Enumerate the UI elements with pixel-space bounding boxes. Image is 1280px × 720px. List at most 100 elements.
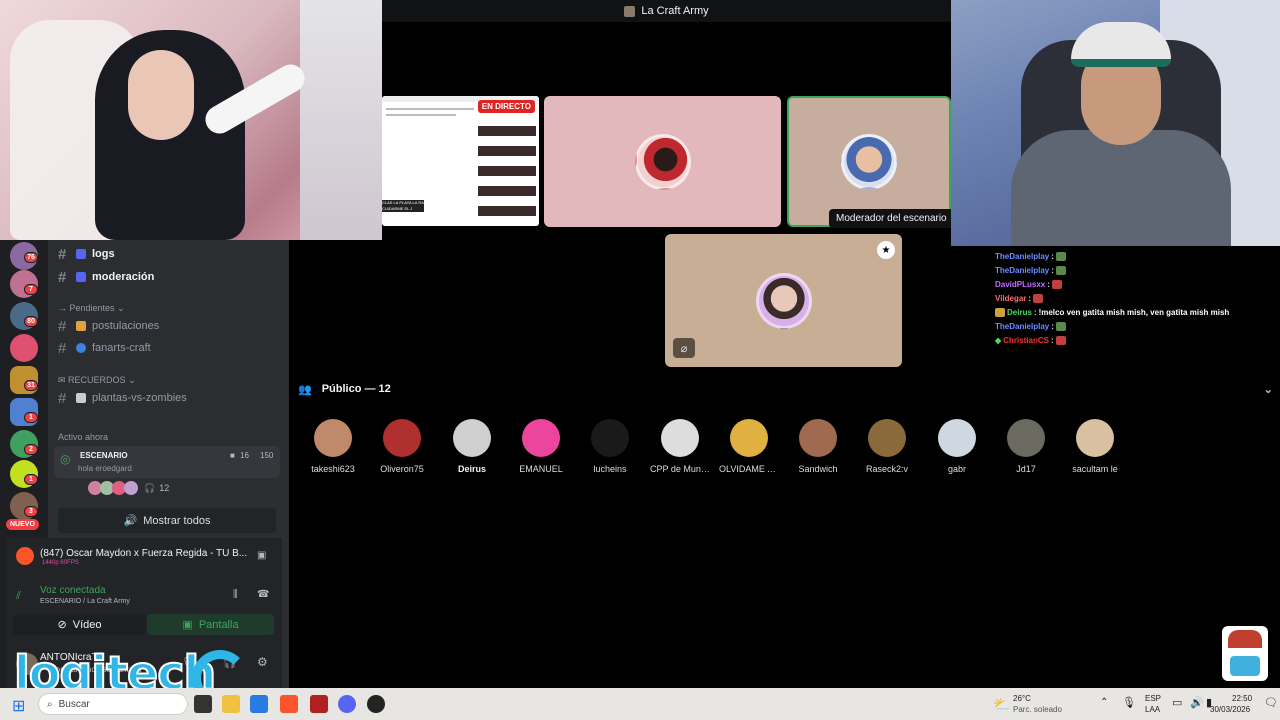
audience-member[interactable]: CPP de Mund... (650, 419, 710, 474)
video-button[interactable]: ⊘ Vídeo (13, 614, 146, 635)
signal-icon: ⫽ (16, 590, 21, 602)
participant-avatar (841, 133, 897, 190)
audience-member[interactable]: EMANUEL (511, 419, 571, 474)
unread-badge: 3 (24, 506, 38, 517)
streamer-face (128, 50, 194, 140)
server-icon (624, 5, 636, 17)
channel-moderacion[interactable]: # moderación (58, 267, 154, 287)
hash-icon: # (58, 317, 67, 335)
channel-fanarts-craft[interactable]: # fanarts-craft (58, 338, 151, 358)
network-icon[interactable]: ▭ (1172, 696, 1182, 709)
avatar (591, 419, 629, 457)
disconnect-icon[interactable]: ☎ (257, 589, 269, 600)
audience-member[interactable]: sacultam le (1065, 419, 1125, 474)
audience-member[interactable]: Oliveron75 (372, 419, 432, 474)
avatar (522, 419, 560, 457)
chat-message: TheDanielplay: (995, 319, 1280, 333)
avatar (661, 419, 699, 457)
unread-badge: 1 (24, 474, 38, 485)
audience-member-name: gabr (947, 464, 966, 474)
participant-avatar (755, 272, 812, 329)
audience-member-name: lucheins (593, 464, 627, 474)
moderator-tooltip: Moderador del escenario (829, 209, 954, 228)
audience-member-name: Raseck2:v (865, 464, 909, 474)
discord-icon[interactable] (338, 695, 356, 713)
stop-stream-icon[interactable]: ▣ (257, 550, 266, 561)
audience-member[interactable]: OLVIDAME A... (719, 419, 779, 474)
hash-icon: # (58, 389, 67, 407)
chat-overlay: TheDanielplay: TheDanielplay: DavidPLusx… (995, 249, 1280, 347)
server-icon[interactable] (10, 334, 38, 362)
pc-case (300, 0, 382, 240)
audience-member[interactable]: takeshi623 (303, 419, 363, 474)
screen-share-button[interactable]: ▣ Pantalla (147, 614, 274, 635)
audience-header[interactable]: 👥 Público — 12 ⌄ (298, 380, 1273, 398)
screen-caption: CLAS LA PLAYA LA RA CUIDARME EL J (382, 200, 424, 212)
audience-member-name: Sandwich (798, 464, 838, 474)
new-badge: NUEVO (6, 519, 39, 530)
avatar (868, 419, 906, 457)
active-stage-card[interactable]: ◎ ESCENARIO hola eroedgard ■ 16 150 (54, 446, 280, 478)
audience-member[interactable]: Jd17 (996, 419, 1056, 474)
headphones-icon: 🎧 (144, 482, 156, 493)
chevron-down-icon[interactable]: ⌄ (1264, 383, 1273, 396)
audience-member-name: OLVIDAME A... (719, 464, 779, 474)
unread-badge: 2 (24, 444, 38, 455)
weather-icon: ⛅ (993, 696, 1011, 712)
unread-badge: 1 (24, 412, 38, 423)
participant-tile-speaking[interactable] (787, 96, 951, 227)
app-icon[interactable] (310, 695, 328, 713)
taskbar-search[interactable]: ⌕ Buscar (38, 693, 188, 715)
windows-start-icon[interactable]: ⊞ (12, 696, 25, 716)
participant-avatar (634, 133, 691, 190)
chevron-up-icon[interactable]: ⌃ (1100, 697, 1108, 708)
screen-share-tile[interactable]: CLAS LA PLAYA LA RA CUIDARME EL J EN DIR… (382, 96, 539, 226)
unread-badge: 80 (24, 316, 38, 327)
stage-icon: ◎ (60, 452, 71, 466)
avatar (1007, 419, 1045, 457)
audience-member[interactable]: Deirus (442, 419, 502, 474)
speaker-icon: 🔊 (123, 515, 138, 527)
file-explorer-icon[interactable] (222, 695, 240, 713)
mascot-sticker (1222, 626, 1268, 681)
avatar (453, 419, 491, 457)
category-recuerdos[interactable]: ✉ RECUERDOS ⌄ (58, 375, 136, 386)
screen-icon: ▣ (182, 619, 193, 631)
channel-logs[interactable]: # logs (58, 244, 115, 264)
volume-icon[interactable]: 🔊 (1190, 696, 1204, 709)
store-icon[interactable] (250, 695, 268, 713)
audience-member-name: Deirus (457, 464, 486, 474)
channel-plantas-vs-zombies[interactable]: # plantas-vs-zombies (58, 388, 187, 408)
channel-postulaciones[interactable]: # postulaciones (58, 316, 159, 336)
participant-tile[interactable] (544, 96, 781, 227)
gear-icon[interactable]: ⚙ (257, 655, 268, 669)
mic-icon[interactable]: 🎙 (1122, 696, 1136, 709)
category-pendientes[interactable]: → Pendientes ⌄ (58, 303, 125, 314)
notification-icon[interactable]: 🗨 (1264, 696, 1278, 709)
windows-taskbar: ⊞ ⌕ Buscar ⛅ 26°C Parc. soleado ⌃ 🎙 ESP … (0, 688, 1280, 720)
brave-icon[interactable] (280, 695, 298, 713)
audience-member[interactable]: Sandwich (788, 419, 848, 474)
audience-member-name: Jd17 (1016, 464, 1036, 474)
obs-icon[interactable] (367, 695, 385, 713)
participant-tile[interactable] (665, 234, 902, 367)
show-all-button[interactable]: 🔊 Mostrar todos (58, 508, 276, 533)
muted-mic-icon: ⌀ (673, 338, 695, 358)
audience-member[interactable]: gabr (927, 419, 987, 474)
audience-member-name: takeshi623 (311, 464, 355, 474)
chat-message: TheDanielplay: (995, 249, 1280, 263)
unread-badge: 76 (24, 252, 38, 263)
search-icon: ⌕ (47, 698, 53, 710)
streamer-body (1011, 130, 1231, 246)
hash-icon: # (58, 339, 67, 357)
chat-message: Vildegar: (995, 291, 1280, 305)
hash-icon: # (58, 268, 67, 286)
soundboard-icon[interactable]: ⫼ (233, 589, 238, 600)
audience-member[interactable]: Raseck2:v (857, 419, 917, 474)
audience-icon: 👥 (298, 383, 312, 396)
task-view-icon[interactable] (194, 695, 212, 713)
avatar (730, 419, 768, 457)
avatar (314, 419, 352, 457)
brave-icon (16, 547, 34, 565)
audience-member[interactable]: lucheins (580, 419, 640, 474)
